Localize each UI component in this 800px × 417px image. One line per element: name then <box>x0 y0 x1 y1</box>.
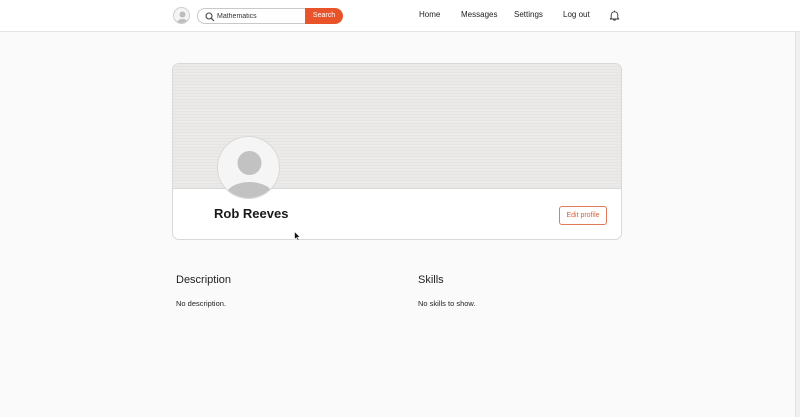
nav-settings-link[interactable]: Settings <box>514 10 543 20</box>
edit-profile-button[interactable]: Edit profile <box>559 206 607 225</box>
nav-messages-link[interactable]: Messages <box>461 10 497 20</box>
description-heading: Description <box>176 274 232 286</box>
skills-text: No skills to show. <box>418 299 476 308</box>
bell-icon[interactable] <box>609 10 620 21</box>
search-button[interactable]: Search <box>305 8 343 24</box>
description-text: No description. <box>176 299 227 308</box>
search-box <box>197 8 307 24</box>
user-avatar-icon[interactable] <box>173 7 190 24</box>
skills-heading: Skills <box>418 274 444 286</box>
top-navigation-bar: Search Home Messages Settings Log out <box>0 0 800 32</box>
search-icon <box>205 12 215 22</box>
search-input[interactable] <box>217 10 305 23</box>
profile-name: Rob Reeves <box>214 206 289 221</box>
profile-avatar-icon <box>217 136 280 199</box>
search-bar: Search <box>197 8 343 24</box>
nav-home-link[interactable]: Home <box>419 10 440 20</box>
nav-logout-link[interactable]: Log out <box>563 10 590 20</box>
scrollbar-track[interactable] <box>795 32 800 417</box>
mouse-cursor-icon <box>294 231 301 241</box>
